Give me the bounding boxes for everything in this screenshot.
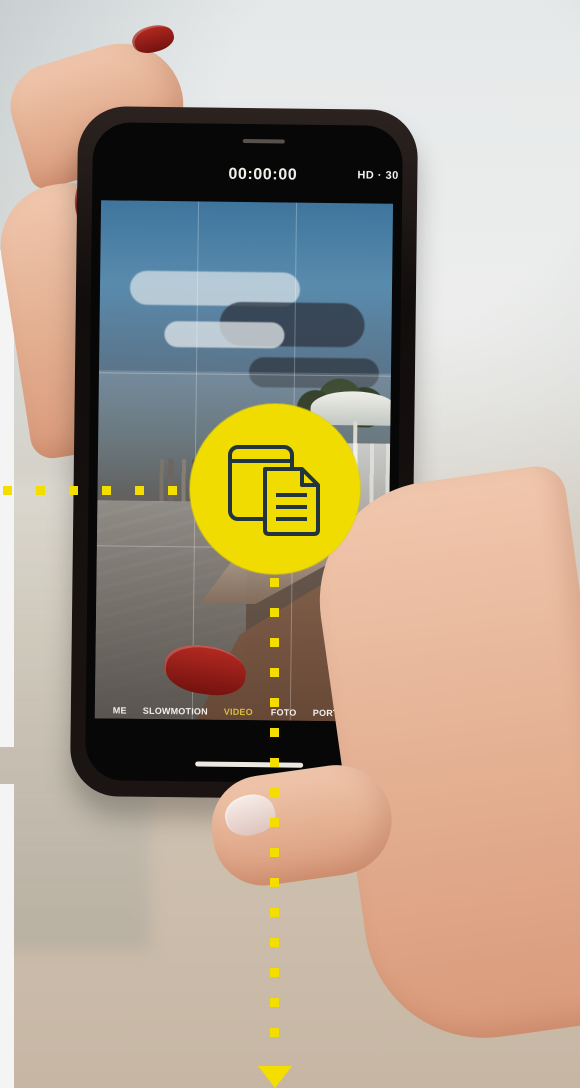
right-hand: [304, 462, 580, 1054]
speaker-grille: [242, 138, 285, 144]
down-arrow-icon: [258, 1066, 292, 1088]
cloud-light-2: [164, 321, 285, 349]
video-quality-label: HD · 30: [357, 169, 399, 182]
camera-mode-video[interactable]: VIDEO: [224, 707, 253, 717]
camera-mode-foto[interactable]: FOTO: [271, 707, 297, 717]
camera-mode-slowmotion[interactable]: SLOWMOTION: [143, 706, 208, 717]
home-indicator: [195, 761, 304, 768]
beach-umbrella: [310, 390, 394, 426]
vertical-dot-14: [270, 968, 279, 977]
cloud-light-1: [129, 270, 301, 307]
vertical-dot-12: [270, 908, 279, 917]
vertical-dot-16: [270, 1028, 279, 1037]
camera-status-row: 00:00:00 HD · 30: [92, 164, 402, 202]
vertical-dot-13: [270, 938, 279, 947]
camera-mode-me[interactable]: ME: [113, 705, 127, 715]
scene: 00:00:00 HD · 30 ME SLOWMOTION VIDEO FOT…: [0, 0, 580, 1088]
left-panel-bottom: [0, 784, 14, 1088]
city-skyline: [151, 458, 234, 504]
vertical-dot-15: [270, 998, 279, 1007]
recording-timer: 00:00:00: [228, 165, 298, 184]
